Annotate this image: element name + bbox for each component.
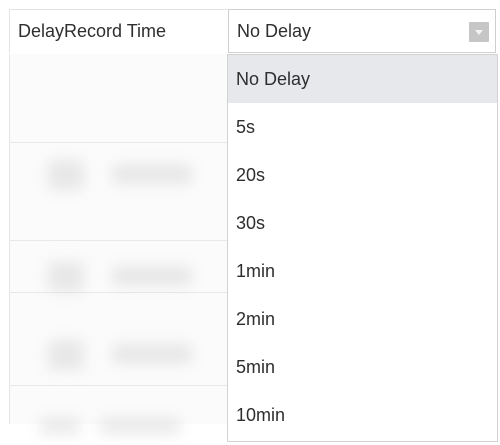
background-divider (9, 142, 227, 143)
background-divider (9, 240, 227, 241)
option-label: 5min (236, 356, 276, 377)
option-5s[interactable]: 5s (228, 103, 497, 151)
blurred-icon (48, 340, 84, 370)
option-label: 1min (236, 260, 276, 281)
blurred-text (112, 164, 192, 184)
option-no-delay[interactable]: No Delay (228, 55, 497, 103)
option-label: 2min (236, 308, 276, 329)
option-label: No Delay (236, 68, 311, 89)
option-label: 5s (236, 116, 256, 137)
settings-page: DelayRecord Time No Delay No Delay 5s 20… (0, 0, 500, 445)
select-current-value: No Delay (237, 20, 312, 41)
background-settings-panel (9, 54, 228, 424)
chevron-down-icon (475, 29, 483, 35)
option-10min[interactable]: 10min (228, 391, 497, 439)
option-label: 20s (236, 164, 266, 185)
delay-record-time-select[interactable]: No Delay (228, 9, 496, 53)
delay-record-time-label-text: DelayRecord Time (18, 21, 167, 41)
blurred-text (100, 418, 180, 434)
dropdown-arrow-icon[interactable] (469, 22, 489, 42)
delay-record-time-label: DelayRecord Time (9, 9, 227, 53)
option-20s[interactable]: 20s (228, 151, 497, 199)
delay-record-time-options-list: No Delay 5s 20s 30s 1min 2min 5min 10min (227, 54, 498, 442)
blurred-icon (48, 160, 84, 190)
blurred-text (112, 344, 192, 364)
option-2min[interactable]: 2min (228, 295, 497, 343)
blurred-text (40, 418, 80, 434)
option-5min[interactable]: 5min (228, 343, 497, 391)
option-label: 10min (236, 404, 286, 425)
option-1min[interactable]: 1min (228, 247, 497, 295)
background-divider (9, 292, 227, 293)
background-divider (9, 385, 227, 386)
blurred-text (112, 266, 192, 286)
option-label: 30s (236, 212, 266, 233)
blurred-icon (48, 262, 84, 292)
option-30s[interactable]: 30s (228, 199, 497, 247)
